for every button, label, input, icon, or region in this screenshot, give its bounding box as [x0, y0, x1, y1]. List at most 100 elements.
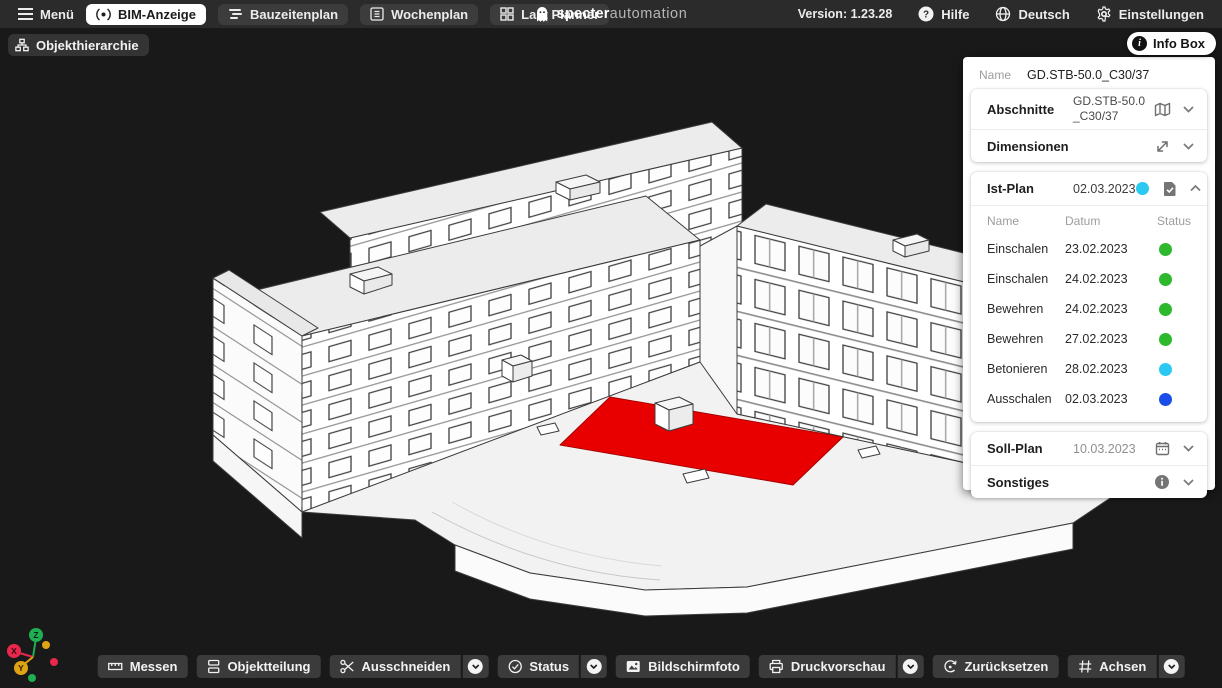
- soll-plan-date: 10.03.2023: [1073, 442, 1151, 456]
- objektteilung-button[interactable]: Objektteilung: [196, 655, 320, 678]
- chevron-down-icon[interactable]: [1181, 445, 1195, 452]
- settings-button[interactable]: Einstellungen: [1096, 6, 1204, 22]
- info-icon: i: [1132, 36, 1147, 51]
- status-dot: [1159, 243, 1172, 256]
- abschnitte-label: Abschnitte: [987, 102, 1073, 117]
- scissors-icon: [340, 659, 355, 674]
- help-button[interactable]: ? Hilfe: [918, 6, 969, 22]
- element-name-row: Name GD.STB-50.0_C30/37: [963, 59, 1215, 89]
- status-dot: [1159, 393, 1172, 406]
- hamburger-icon: [18, 8, 33, 20]
- svg-text:?: ?: [923, 10, 929, 21]
- object-hierarchy-button[interactable]: Objekthierarchie: [8, 34, 149, 56]
- task-date: 24.02.2023: [1065, 302, 1157, 316]
- chevron-down-icon[interactable]: [1181, 143, 1195, 150]
- chevron-up-icon[interactable]: [1189, 185, 1203, 192]
- ist-plan-row[interactable]: Einschalen 24.02.2023: [971, 264, 1207, 294]
- name-label: Name: [979, 68, 1027, 82]
- gantt-icon: [228, 8, 243, 20]
- tab-bauzeitenplan[interactable]: Bauzeitenplan: [218, 4, 348, 25]
- achsen-button[interactable]: Achsen: [1067, 655, 1156, 678]
- svg-text:X: X: [11, 646, 17, 656]
- soll-plan-row[interactable]: Soll-Plan 10.03.2023: [971, 432, 1207, 465]
- task-date: 23.02.2023: [1065, 242, 1157, 256]
- ausschneiden-button[interactable]: Ausschneiden: [330, 655, 461, 678]
- ausschneiden-dropdown[interactable]: [462, 655, 488, 678]
- help-icon: ?: [918, 6, 934, 22]
- task-name: Einschalen: [987, 272, 1065, 286]
- axis-neg-z-dot[interactable]: [28, 674, 36, 682]
- status-button[interactable]: Status: [497, 655, 579, 678]
- axis-gizmo[interactable]: Z X Y: [3, 624, 75, 686]
- ist-plan-header[interactable]: Ist-Plan 02.03.2023: [971, 172, 1207, 205]
- ist-plan-row[interactable]: Betonieren 28.02.2023: [971, 354, 1207, 384]
- chevron-down-icon[interactable]: [1181, 479, 1195, 486]
- bildschirmfoto-button[interactable]: Bildschirmfoto: [616, 655, 750, 678]
- ist-plan-row[interactable]: Bewehren 27.02.2023: [971, 324, 1207, 354]
- sonstiges-label: Sonstiges: [987, 475, 1073, 490]
- app-header: Menü BIM-Anzeige Bauzeitenplan W: [0, 0, 1222, 28]
- zuruecksetzen-button[interactable]: Zurücksetzen: [932, 655, 1058, 678]
- task-document-icon: [1159, 181, 1181, 197]
- status-dropdown[interactable]: [581, 655, 607, 678]
- gear-icon: [1096, 6, 1112, 22]
- task-date: 02.03.2023: [1065, 392, 1157, 406]
- dimensionen-row[interactable]: Dimensionen: [971, 129, 1207, 162]
- ist-plan-table: Name Datum Status Einschalen 23.02.2023 …: [971, 205, 1207, 422]
- task-date: 28.02.2023: [1065, 362, 1157, 376]
- info-box-label: Info Box: [1153, 36, 1205, 51]
- axis-y-handle[interactable]: Y: [14, 661, 28, 675]
- axis-z-handle[interactable]: Z: [29, 628, 43, 642]
- status-dot: [1159, 273, 1172, 286]
- object-hierarchy-label: Objekthierarchie: [36, 38, 139, 53]
- druckvorschau-dropdown[interactable]: [897, 655, 923, 678]
- task-name: Ausschalen: [987, 392, 1065, 406]
- language-button[interactable]: Deutsch: [995, 6, 1069, 22]
- axis-x-handle[interactable]: X: [7, 644, 21, 658]
- plan-card: Soll-Plan 10.03.2023 Sonstiges: [971, 432, 1207, 498]
- info-box-button[interactable]: i Info Box: [1127, 32, 1216, 55]
- version-label: Version: 1.23.28: [798, 7, 893, 21]
- calendar-icon: [1151, 441, 1173, 456]
- axis-neg-x-dot[interactable]: [50, 658, 58, 666]
- achsen-dropdown[interactable]: [1158, 655, 1184, 678]
- task-name: Bewehren: [987, 332, 1065, 346]
- brand-logo: specterautomation: [535, 0, 688, 28]
- ghost-logo-icon: [535, 6, 550, 23]
- tab-wochenplan[interactable]: Wochenplan: [360, 4, 478, 25]
- task-name: Einschalen: [987, 242, 1065, 256]
- globe-icon: [995, 6, 1011, 22]
- status-dot: [1159, 333, 1172, 346]
- ist-plan-label: Ist-Plan: [987, 181, 1073, 196]
- status-dot: [1159, 363, 1172, 376]
- task-name: Bewehren: [987, 302, 1065, 316]
- axis-neg-y-dot[interactable]: [42, 641, 50, 649]
- hierarchy-icon: [15, 38, 29, 52]
- task-date: 24.02.2023: [1065, 272, 1157, 286]
- messen-button[interactable]: Messen: [98, 655, 188, 678]
- axes-grid-icon: [1077, 659, 1092, 674]
- abschnitte-row[interactable]: Abschnitte GD.STB-50.0_C30/37: [971, 89, 1207, 129]
- chevron-down-icon[interactable]: [1181, 106, 1195, 113]
- grid-icon: [500, 7, 514, 21]
- ist-plan-row[interactable]: Ausschalen 02.03.2023: [971, 384, 1207, 414]
- bim-view-icon: [96, 7, 111, 22]
- check-circle-icon: [507, 659, 522, 674]
- ist-plan-table-header: Name Datum Status: [971, 208, 1207, 234]
- ist-plan-row[interactable]: Bewehren 24.02.2023: [971, 294, 1207, 324]
- druckvorschau-button[interactable]: Druckvorschau: [759, 655, 896, 678]
- ist-plan-rows: Einschalen 23.02.2023 Einschalen 24.02.2…: [971, 234, 1207, 414]
- bim-viewport[interactable]: Objekthierarchie i Info Box Name GD.STB-…: [0, 28, 1222, 688]
- ist-plan-row[interactable]: Einschalen 23.02.2023: [971, 234, 1207, 264]
- sonstiges-row[interactable]: Sonstiges: [971, 465, 1207, 498]
- deck-box: [655, 397, 693, 431]
- map-icon: [1151, 102, 1173, 117]
- menu-button[interactable]: Menü: [18, 7, 74, 22]
- split-object-icon: [206, 659, 220, 674]
- tab-bim-anzeige[interactable]: BIM-Anzeige: [86, 4, 206, 25]
- dimensionen-label: Dimensionen: [987, 139, 1073, 154]
- col-date: Datum: [1065, 214, 1157, 228]
- screenshot-icon: [626, 659, 641, 674]
- task-date: 27.02.2023: [1065, 332, 1157, 346]
- info-filled-icon: [1151, 474, 1173, 490]
